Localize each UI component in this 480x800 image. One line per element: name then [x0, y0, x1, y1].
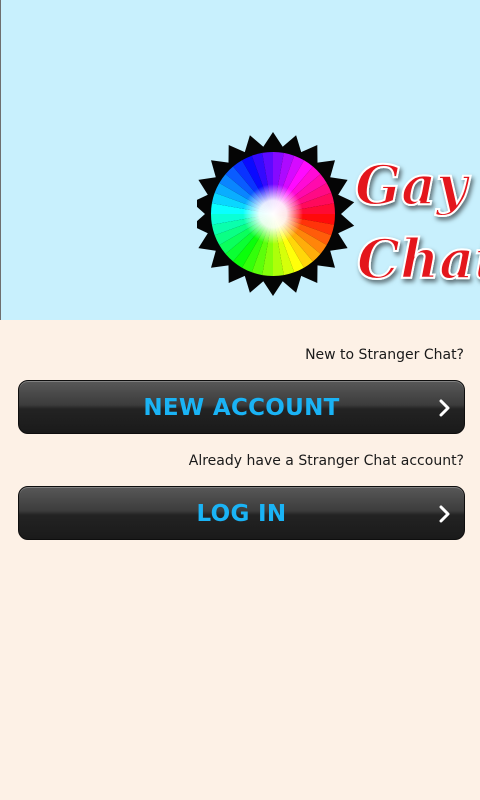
- app-logo: Gay Chat: [197, 132, 480, 296]
- chevron-right-icon: [439, 399, 450, 417]
- header-banner: Gay Chat: [1, 0, 480, 320]
- new-account-button[interactable]: NEW ACCOUNT: [18, 380, 465, 434]
- logo-text-line1: Gay: [355, 153, 471, 217]
- existing-user-prompt: Already have a Stranger Chat account?: [188, 453, 464, 469]
- logo-text-line2: Chat: [357, 227, 480, 291]
- new-account-label: NEW ACCOUNT: [143, 395, 340, 421]
- chevron-right-icon: [439, 505, 450, 523]
- login-button[interactable]: LOG IN: [18, 486, 465, 540]
- rainbow-flower-icon: [197, 132, 355, 296]
- new-user-prompt: New to Stranger Chat?: [305, 347, 464, 363]
- login-label: LOG IN: [196, 501, 287, 527]
